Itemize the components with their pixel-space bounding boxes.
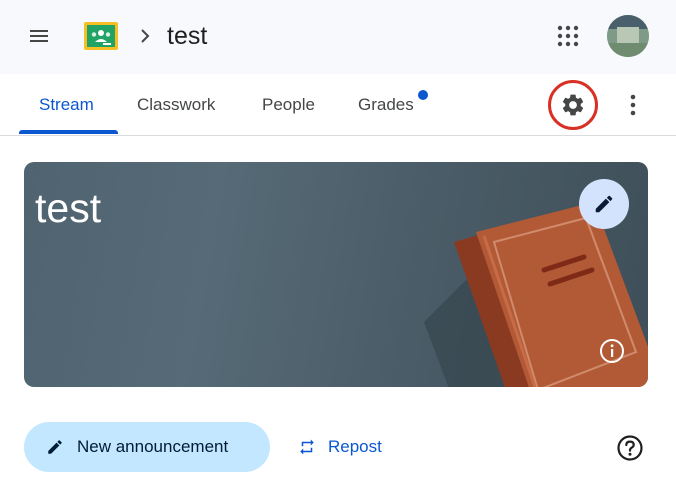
breadcrumb-separator (135, 23, 155, 49)
stream-actions-row: New announcement Repost (0, 420, 676, 476)
avatar-image (607, 15, 649, 57)
active-tab-indicator (19, 130, 118, 134)
help-circle-icon (617, 435, 643, 461)
customize-banner-button[interactable] (579, 179, 629, 229)
chevron-right-icon (141, 29, 150, 43)
tab-people[interactable]: People (262, 74, 315, 135)
grades-notification-dot (418, 90, 428, 100)
account-avatar[interactable] (607, 15, 649, 57)
new-announcement-label: New announcement (77, 437, 229, 456)
more-vert-icon (630, 94, 636, 116)
pencil-icon (595, 195, 613, 213)
pencil-icon (45, 437, 65, 457)
tab-grades[interactable]: Grades (358, 74, 414, 135)
course-banner: test (24, 162, 648, 387)
course-title[interactable]: test (167, 20, 207, 52)
repost-button[interactable]: Repost (292, 422, 388, 472)
new-announcement-button[interactable]: New announcement (24, 422, 270, 472)
class-info-button[interactable] (598, 337, 626, 365)
top-app-bar: test (0, 0, 676, 74)
google-apps-button[interactable] (547, 15, 589, 57)
repost-icon (300, 439, 314, 455)
repost-label: Repost (328, 437, 382, 456)
main-menu-button[interactable] (18, 15, 60, 57)
gear-icon (562, 94, 584, 116)
class-settings-button[interactable] (548, 80, 598, 130)
google-classroom-logo[interactable] (84, 22, 118, 50)
more-options-button[interactable] (612, 84, 654, 126)
info-icon (600, 339, 624, 363)
banner-course-title: test (35, 185, 102, 231)
tab-stream[interactable]: Stream (39, 74, 94, 135)
help-button[interactable] (612, 430, 648, 466)
tab-classwork[interactable]: Classwork (137, 74, 215, 135)
hamburger-menu-icon (30, 30, 48, 42)
apps-grid-icon (557, 25, 579, 47)
